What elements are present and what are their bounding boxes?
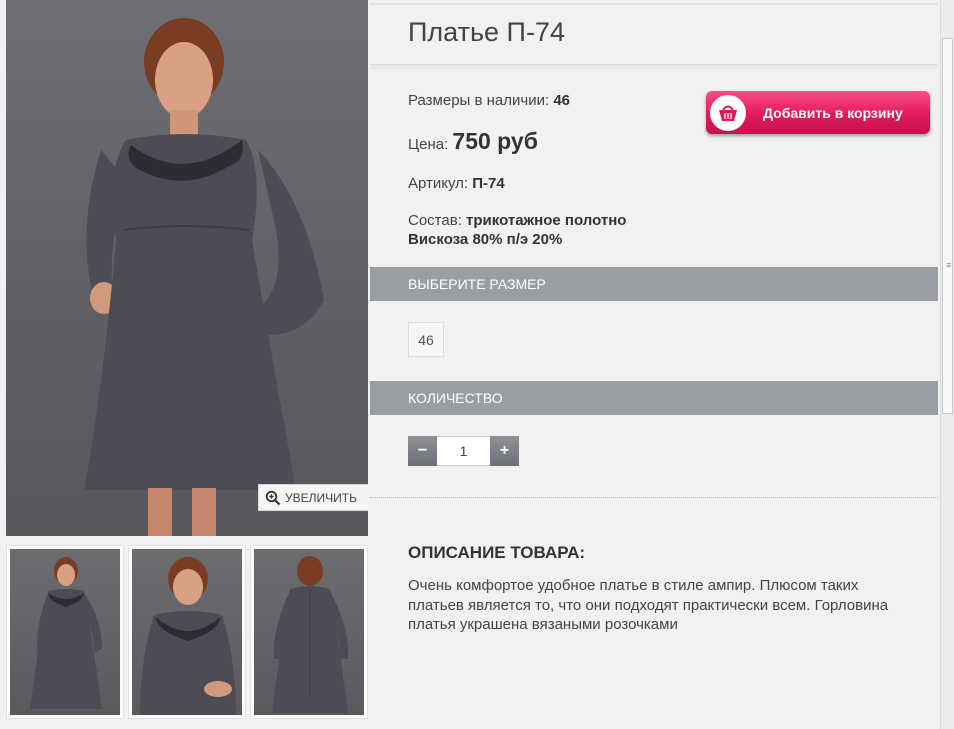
add-to-cart-button[interactable]: Добавить в корзину [706,91,930,134]
thumbnail-3[interactable] [250,545,368,719]
price-row: Цена: 750 руб [408,128,538,155]
main-product-photo[interactable]: УВЕЛИЧИТЬ [6,0,368,536]
title-divider [370,64,938,69]
article-row: Артикул: П-74 [408,175,505,192]
article-value: П-74 [472,175,505,192]
thumbnail-2[interactable] [128,545,246,719]
sizes-value: 46 [553,92,570,109]
sizes-label: Размеры в наличии: [408,92,550,109]
size-option-46[interactable]: 46 [408,322,444,357]
thumbnail-strip [6,545,368,723]
page-title: Платье П-74 [408,17,565,47]
size-section-header: ВЫБЕРИТЕ РАЗМЕР [370,267,938,301]
add-to-cart-label: Добавить в корзину [763,104,903,121]
price-value: 750 руб [452,128,538,154]
magnifier-plus-icon [265,490,281,505]
zoom-label: УВЕЛИЧИТЬ [285,490,357,505]
basket-icon [710,94,746,131]
product-page: УВЕЛИЧИТЬ Платье П-74 Размеры в наличии:… [0,0,954,729]
composition-line1: трикотажное полотно [466,212,627,229]
composition-label: Состав: [408,212,462,229]
description-title: ОПИСАНИЕ ТОВАРА: [408,543,586,562]
quantity-stepper: − + [408,436,519,466]
product-details: Платье П-74 Размеры в наличии: 46 Цена: … [370,0,938,729]
scrollbar-thumb[interactable]: ≡ [942,38,953,414]
section-divider [370,497,938,498]
quantity-decrease-button[interactable]: − [408,436,437,466]
composition-line2: Вискоза 80% п/э 20% [408,231,563,248]
price-label: Цена: [408,136,449,153]
top-divider [370,3,938,5]
vertical-scrollbar[interactable]: ≡ [940,0,954,729]
scroll-grip-icon: ≡ [946,260,952,270]
composition-row: Состав: трикотажное полотно Вискоза 80% … [408,211,626,249]
quantity-section-header: КОЛИЧЕСТВО [370,381,938,415]
description-text: Очень комфортое удобное платье в стиле а… [408,577,889,633]
article-label: Артикул: [408,175,469,192]
dress-model-image [84,18,324,536]
sizes-available: Размеры в наличии: 46 [408,92,570,109]
quantity-increase-button[interactable]: + [490,436,519,466]
quantity-input[interactable] [437,436,490,466]
thumbnail-1[interactable] [6,545,124,719]
zoom-button[interactable]: УВЕЛИЧИТЬ [258,484,368,511]
